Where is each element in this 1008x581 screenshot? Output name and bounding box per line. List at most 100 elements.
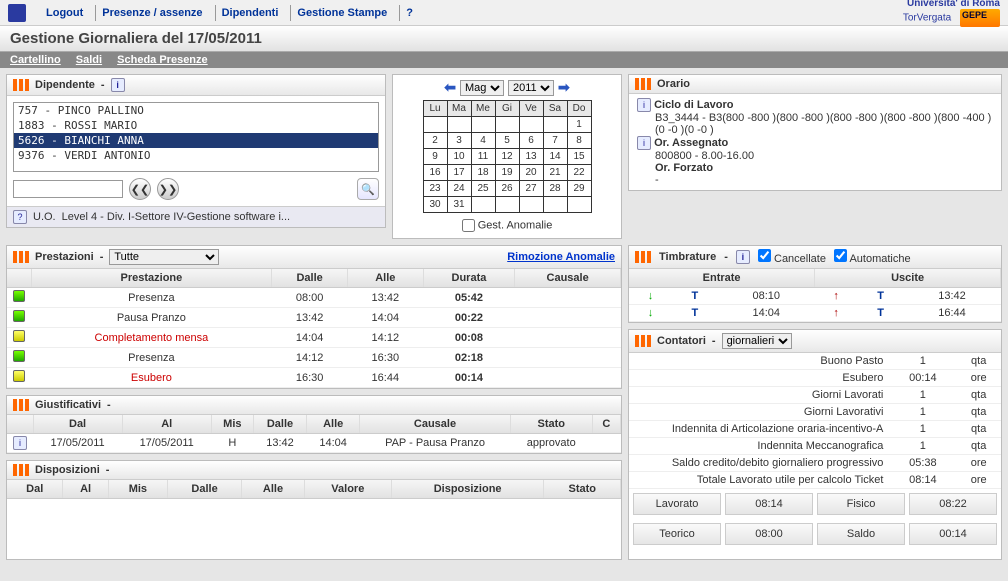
calendar-day[interactable]: 17 [447,165,471,181]
calendar-day[interactable]: 10 [447,149,471,165]
calendar-day[interactable]: 1 [567,117,591,133]
timbrature-head: Timbrature [659,251,716,263]
next-month-button[interactable]: ➡ [558,79,570,96]
table-row[interactable]: Presenza08:0013:4205:42 [7,288,621,308]
calendar-day[interactable]: 9 [423,149,447,165]
calendar-day[interactable]: 15 [567,149,591,165]
table-row[interactable]: Pausa Pranzo13:4214:0400:22 [7,308,621,328]
disposizioni-head: Disposizioni [35,464,100,476]
calendar-day[interactable]: 8 [567,133,591,149]
calendar-day[interactable]: 4 [471,133,495,149]
calendar-day[interactable]: 28 [543,181,567,197]
employee-list-item[interactable]: 9376 - VERDI ANTONIO [14,148,378,163]
prev-month-button[interactable]: ⬅ [444,79,456,96]
calendar-day[interactable]: 16 [423,165,447,181]
assegnato-info-icon[interactable]: i [637,136,651,150]
calendar-day[interactable] [519,117,543,133]
info-icon[interactable]: i [111,78,125,92]
calendar-day[interactable]: 26 [495,181,519,197]
table-row[interactable]: i 17/05/201117/05/2011H 13:4214:04PAP - … [7,434,621,453]
calendar-day[interactable]: 6 [519,133,543,149]
search-button[interactable]: 🔍 [357,178,379,200]
calendar-day[interactable] [567,197,591,213]
calendar-day[interactable]: 11 [471,149,495,165]
table-row[interactable]: ↓T08:10 ↑T13:42 [629,288,1001,305]
calendar-day[interactable]: 22 [567,165,591,181]
table-row[interactable]: Esubero16:3016:4400:14 [7,368,621,388]
cancellate-checkbox[interactable] [758,249,771,262]
nav-dipendenti[interactable]: Dipendenti [215,5,285,21]
calendar-grid[interactable]: LuMaMeGiVeSaDo 1234567891011121314151617… [423,100,592,213]
calendar-day[interactable] [447,117,471,133]
subtab-saldi[interactable]: Saldi [76,54,102,66]
uo-text: Level 4 - Div. I-Settore IV-Gestione sof… [62,211,290,223]
calendar-day[interactable]: 27 [519,181,543,197]
employee-search-input[interactable] [13,180,123,198]
calendar-day[interactable]: 20 [519,165,543,181]
table-row: Buono Pasto1qta [629,353,1001,370]
automatiche-checkbox[interactable] [834,249,847,262]
rimozione-anomalie-link[interactable]: Rimozione Anomalie [507,251,615,263]
summary-row-2: Teorico08:00 Saldo00:14 [629,519,1001,549]
calendar-day[interactable]: 23 [423,181,447,197]
month-select[interactable]: Mag [460,80,504,96]
table-row[interactable]: Completamento mensa14:0414:1200:08 [7,328,621,348]
calendar-day[interactable]: 19 [495,165,519,181]
calendar-day[interactable]: 24 [447,181,471,197]
prev-employee-button[interactable]: ❮❮ [129,178,151,200]
table-row: Giorni Lavorativi1qta [629,404,1001,421]
calendar-day[interactable]: 25 [471,181,495,197]
table-row[interactable]: ↓T14:04 ↑T16:44 [629,305,1001,322]
uo-info-icon[interactable]: ? [13,210,27,224]
calendar-day[interactable]: 13 [519,149,543,165]
nav-presenze[interactable]: Presenze / assenze [95,5,208,21]
calendar-day[interactable] [471,197,495,213]
nav-stampe[interactable]: Gestione Stampe [290,5,393,21]
uo-label: U.O. [33,211,56,223]
subtab-cartellino[interactable]: Cartellino [10,54,61,66]
calendar-day[interactable]: 12 [495,149,519,165]
calendar-day[interactable] [543,197,567,213]
brand-line2: TorVergata [903,13,951,24]
calendar-day[interactable] [519,197,543,213]
calendar-day[interactable]: 7 [543,133,567,149]
employee-list-item[interactable]: 5626 - BIANCHI ANNA [14,133,378,148]
calendar-day[interactable] [471,117,495,133]
employee-list-item[interactable]: 1883 - ROSSI MARIO [14,118,378,133]
calendar-day[interactable]: 29 [567,181,591,197]
calendar-day[interactable]: 30 [423,197,447,213]
giustificativi-head: Giustificativi [35,399,101,411]
panel-orario: Orario i Ciclo di Lavoro B3_3444 - B3(80… [628,74,1002,191]
contatori-select[interactable]: giornalieri [722,333,792,349]
contatori-table: Buono Pasto1qtaEsubero00:14oreGiorni Lav… [629,353,1001,489]
calendar-day[interactable]: 5 [495,133,519,149]
table-row[interactable]: Presenza14:1216:3002:18 [7,348,621,368]
employee-list[interactable]: 757 - PINCO PALLINO1883 - ROSSI MARIO562… [13,102,379,172]
timb-info-icon[interactable]: i [736,250,750,264]
calendar-day[interactable] [495,117,519,133]
calendar-day[interactable]: 3 [447,133,471,149]
dipendente-head: Dipendente [35,79,95,91]
panel-dipendente: Dipendente - i 757 - PINCO PALLINO1883 -… [6,74,386,228]
gest-anomalie-checkbox[interactable] [462,219,475,232]
ciclo-value: B3_3444 - B3(800 -800 )(800 -800 )(800 -… [637,112,993,136]
calendar-day[interactable]: 31 [447,197,471,213]
prestazioni-filter[interactable]: Tutte [109,249,219,265]
calendar-day[interactable] [495,197,519,213]
ciclo-info-icon[interactable]: i [637,98,651,112]
next-employee-button[interactable]: ❯❯ [157,178,179,200]
calendar-day[interactable] [423,117,447,133]
nav-logout[interactable]: Logout [40,5,89,21]
row-info-icon[interactable]: i [13,436,27,450]
calendar-day[interactable]: 14 [543,149,567,165]
panel-contatori: Contatori - giornalieri Buono Pasto1qtaE… [628,329,1002,560]
year-select[interactable]: 2011 [508,80,554,96]
calendar-day[interactable] [543,117,567,133]
nav-help[interactable]: ? [399,5,419,21]
calendar-day[interactable]: 2 [423,133,447,149]
calendar-day[interactable]: 21 [543,165,567,181]
subtab-scheda[interactable]: Scheda Presenze [117,54,208,66]
employee-list-item[interactable]: 757 - PINCO PALLINO [14,103,378,118]
calendar-day[interactable]: 18 [471,165,495,181]
status-dot-icon [13,350,25,362]
